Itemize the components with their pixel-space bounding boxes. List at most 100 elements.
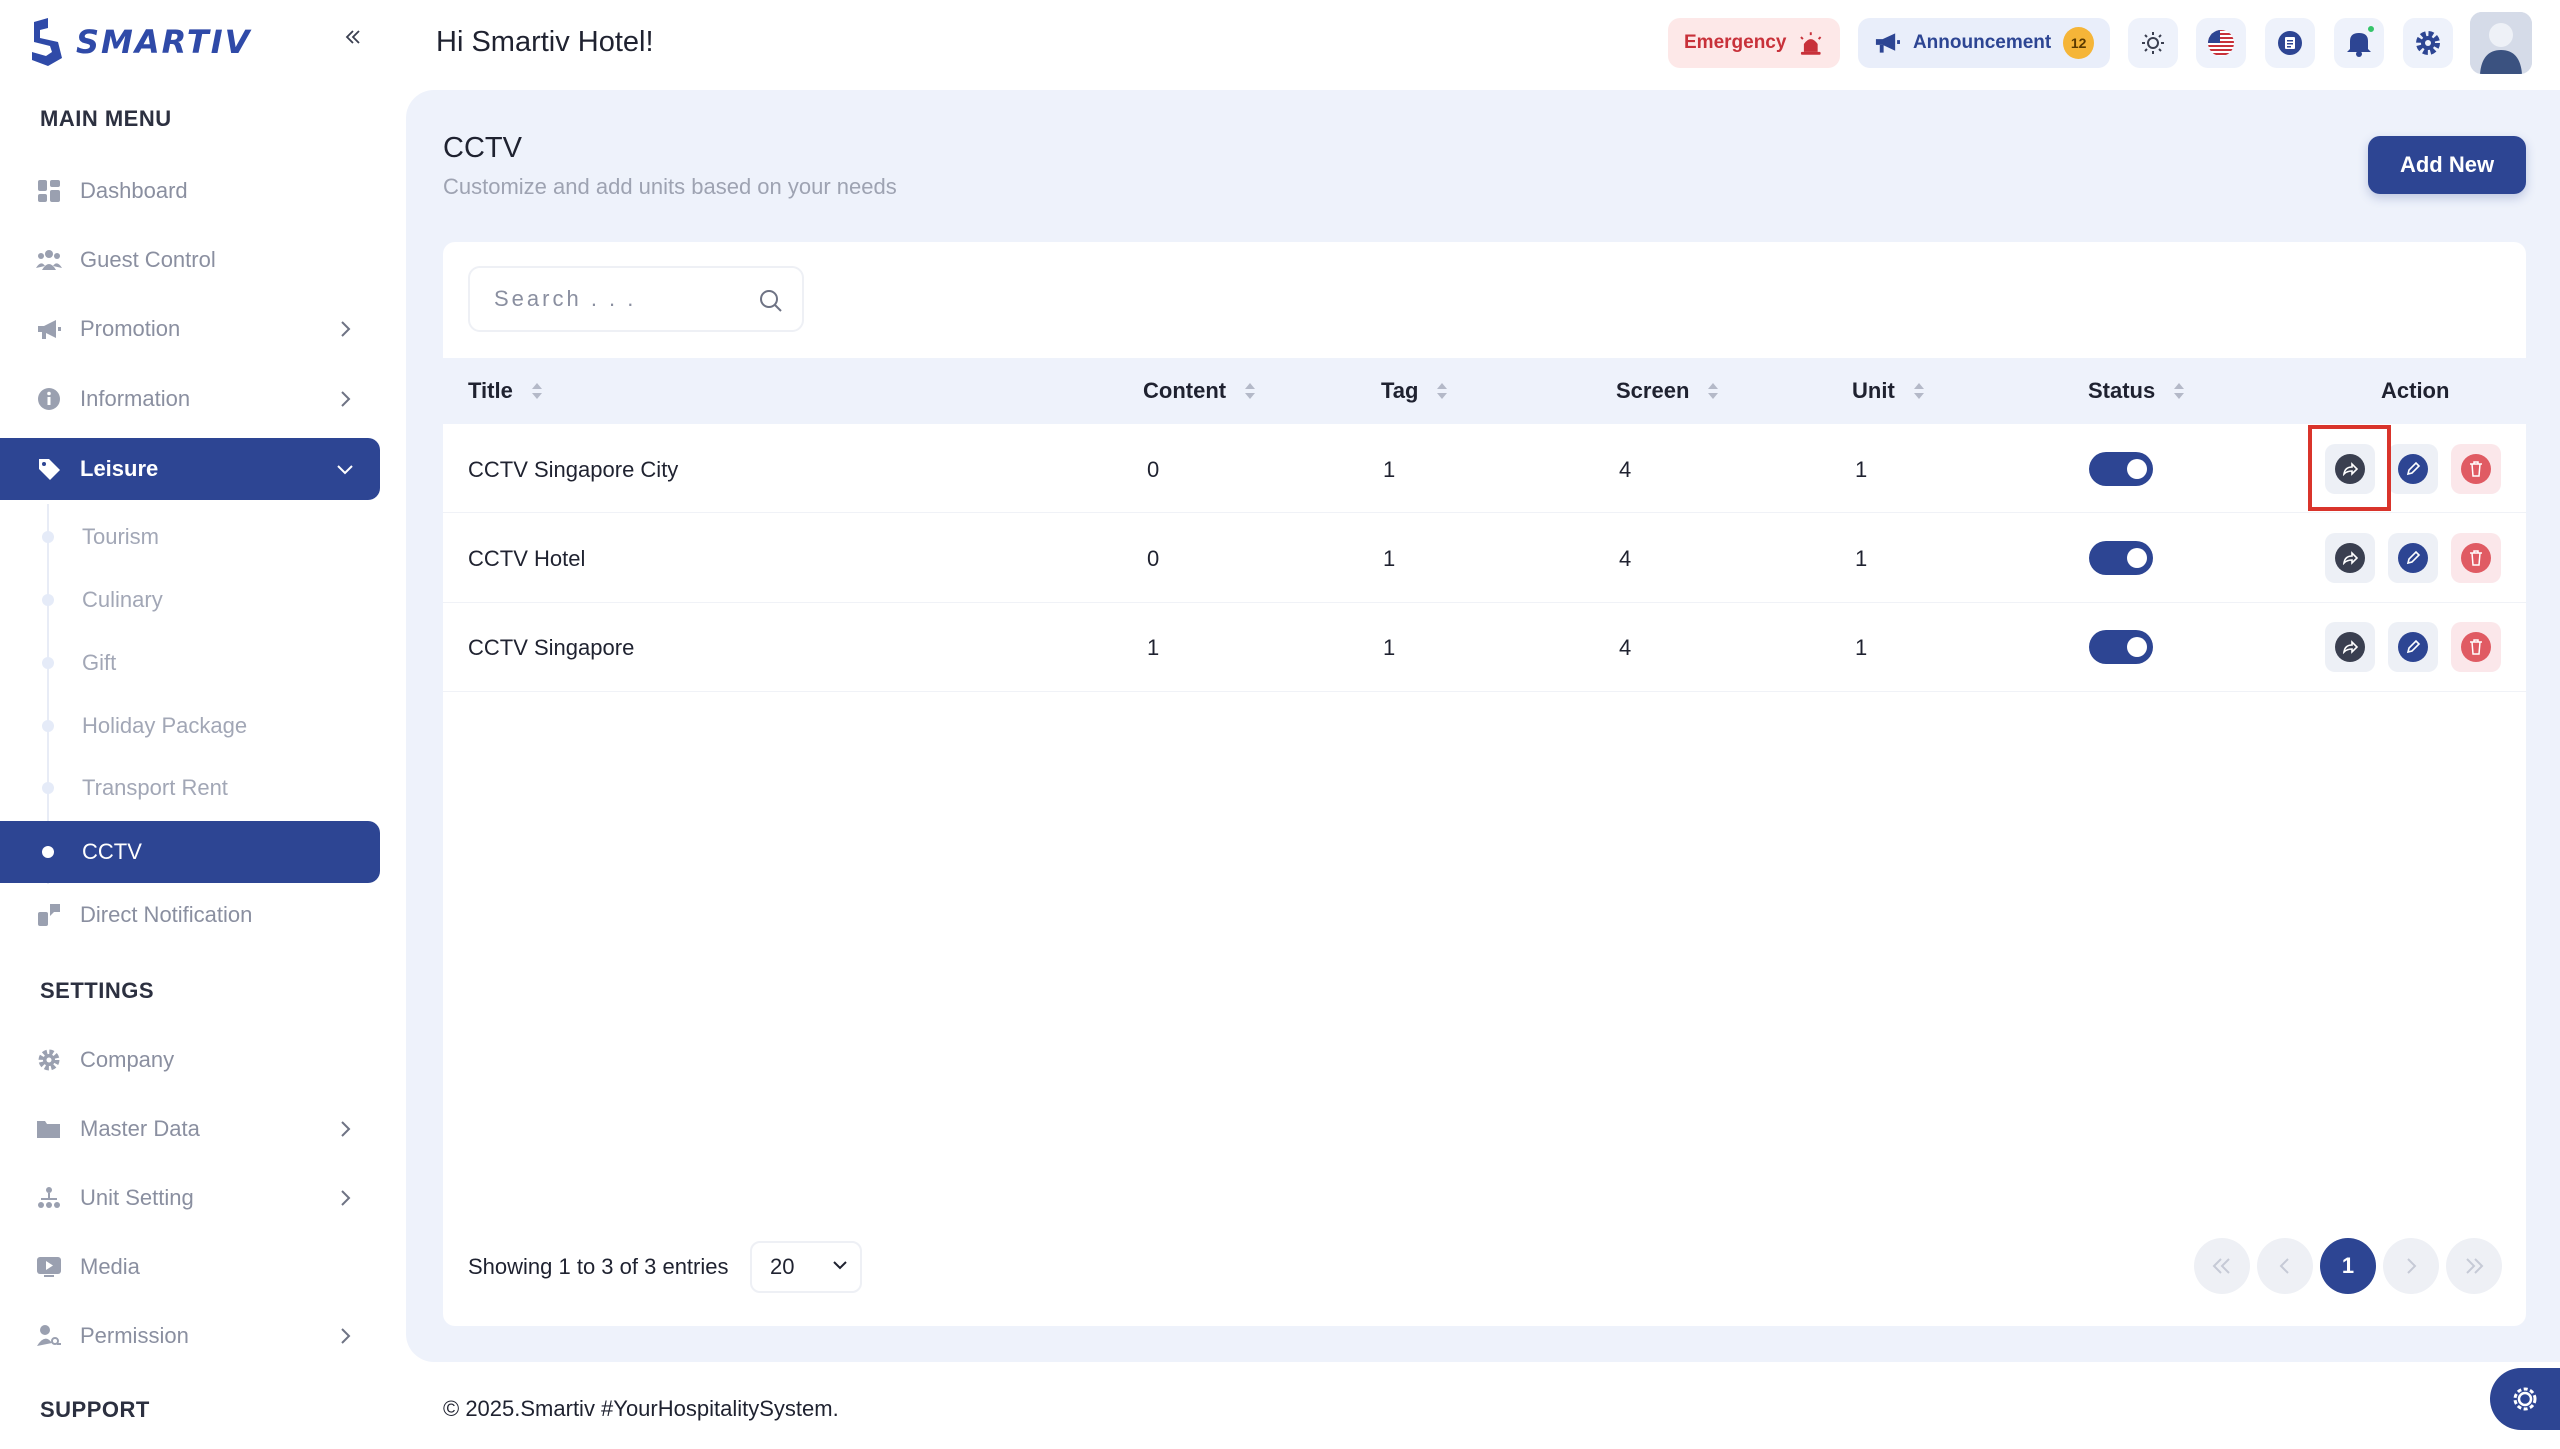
edit-button[interactable] xyxy=(2388,444,2438,494)
column-header-content[interactable]: Content xyxy=(1143,378,1256,404)
sidebar-subitem-culinary[interactable]: Culinary xyxy=(0,569,380,631)
brand-logo[interactable]: SMARTIV xyxy=(28,16,251,68)
edit-button[interactable] xyxy=(2388,533,2438,583)
sidebar-item-master-data[interactable]: Master Data xyxy=(0,1098,380,1160)
sidebar-item-promotion[interactable]: Promotion xyxy=(0,298,380,360)
language-button[interactable] xyxy=(2196,18,2246,68)
user-avatar[interactable] xyxy=(2470,12,2532,74)
sidebar-item-dashboard[interactable]: Dashboard xyxy=(0,160,380,222)
sidebar-subitem-gift[interactable]: Gift xyxy=(0,632,380,694)
sidebar-subitem-label: Holiday Package xyxy=(82,713,248,738)
sidebar-subitem-cctv[interactable]: CCTV xyxy=(0,821,380,883)
sidebar-subitem-transport-rent[interactable]: Transport Rent xyxy=(0,757,380,819)
sidebar-item-information[interactable]: Information xyxy=(0,368,380,430)
sidebar-item-direct-notification[interactable]: Direct Notification xyxy=(0,884,380,946)
sort-icon[interactable] xyxy=(2173,381,2185,401)
chevron-right-icon xyxy=(334,1118,356,1140)
prev-page-button[interactable] xyxy=(2257,1238,2313,1294)
floating-settings-button[interactable] xyxy=(2490,1368,2560,1430)
page-size-value: 20 xyxy=(770,1254,795,1279)
column-header-label: Title xyxy=(468,378,513,403)
column-header-tag[interactable]: Tag xyxy=(1381,378,1448,404)
double-chevron-right-icon xyxy=(2466,1258,2484,1274)
smartiv-logo-icon xyxy=(32,18,62,66)
greeting-title: Hi Smartiv Hotel! xyxy=(436,26,654,58)
trash-icon xyxy=(2461,454,2491,484)
emergency-button[interactable]: Emergency xyxy=(1668,18,1840,68)
bullet-dot xyxy=(42,782,54,794)
settings-button[interactable] xyxy=(2403,18,2453,68)
sort-icon[interactable] xyxy=(1244,381,1256,401)
announcement-count-badge: 12 xyxy=(2063,27,2094,59)
cell-tag: 1 xyxy=(1383,457,1396,482)
search-field[interactable] xyxy=(468,266,804,332)
column-header-unit[interactable]: Unit xyxy=(1852,378,1925,404)
page-subtitle: Customize and add units based on your ne… xyxy=(443,174,897,199)
delete-button[interactable] xyxy=(2451,622,2501,672)
column-header-title[interactable]: Title xyxy=(468,378,543,404)
first-page-button[interactable] xyxy=(2194,1238,2250,1294)
sidebar-item-label: Dashboard xyxy=(80,178,188,203)
user-key-icon xyxy=(36,1323,62,1349)
trash-icon xyxy=(2461,543,2491,573)
sort-icon[interactable] xyxy=(1913,381,1925,401)
cell-tag: 1 xyxy=(1383,635,1396,660)
sidebar-subitem-tourism[interactable]: Tourism xyxy=(0,506,380,568)
column-header-status[interactable]: Status xyxy=(2088,378,2185,404)
hierarchy-icon xyxy=(36,1185,62,1211)
sidebar-item-permission[interactable]: Permission xyxy=(0,1305,380,1367)
page-size-select[interactable]: 20 xyxy=(750,1241,862,1293)
sidebar-subitem-label: Tourism xyxy=(82,524,160,549)
sidebar-item-label: Leisure xyxy=(80,456,159,481)
table-header xyxy=(443,358,2526,424)
sidebar-item-label: Promotion xyxy=(80,316,181,341)
cell-screen: 4 xyxy=(1619,635,1632,660)
chevron-right-icon xyxy=(2407,1258,2417,1274)
share-button[interactable] xyxy=(2325,533,2375,583)
add-new-button[interactable]: Add New xyxy=(2368,136,2526,194)
delete-button[interactable] xyxy=(2451,444,2501,494)
cell-screen: 4 xyxy=(1619,457,1632,482)
sidebar-item-media[interactable]: Media xyxy=(0,1236,380,1298)
status-toggle[interactable] xyxy=(2089,452,2153,486)
dashboard-icon xyxy=(36,178,62,204)
emergency-label: Emergency xyxy=(1684,32,1787,53)
cell-title: CCTV Hotel xyxy=(468,546,586,571)
collapse-sidebar-icon[interactable] xyxy=(338,22,368,52)
status-toggle[interactable] xyxy=(2089,630,2153,664)
announcement-button[interactable]: Announcement 12 xyxy=(1858,18,2110,68)
edit-button[interactable] xyxy=(2388,622,2438,672)
search-input[interactable] xyxy=(494,286,744,312)
column-header-label: Status xyxy=(2088,378,2156,403)
sort-icon[interactable] xyxy=(1707,381,1719,401)
cell-content: 0 xyxy=(1147,546,1160,571)
notifications-button[interactable] xyxy=(2334,18,2384,68)
last-page-button[interactable] xyxy=(2446,1238,2502,1294)
search-icon[interactable] xyxy=(758,288,784,314)
column-header-screen[interactable]: Screen xyxy=(1616,378,1719,404)
sidebar-item-company[interactable]: Company xyxy=(0,1029,380,1091)
tag-icon xyxy=(36,456,62,482)
share-icon xyxy=(2335,632,2365,662)
page-number-button[interactable]: 1 xyxy=(2320,1238,2376,1294)
sidebar-item-unit-setting[interactable]: Unit Setting xyxy=(0,1167,380,1229)
next-page-button[interactable] xyxy=(2383,1238,2439,1294)
column-header-label: Screen xyxy=(1616,378,1690,403)
cell-screen: 4 xyxy=(1619,546,1632,571)
sidebar-subitem-holiday-package[interactable]: Holiday Package xyxy=(0,695,380,757)
sort-icon[interactable] xyxy=(1436,381,1448,401)
sidebar-item-leisure[interactable]: Leisure xyxy=(0,438,380,500)
delete-button[interactable] xyxy=(2451,533,2501,583)
share-button[interactable] xyxy=(2325,622,2375,672)
column-header-action: Action xyxy=(2381,378,2450,403)
document-button[interactable] xyxy=(2265,18,2315,68)
megaphone-icon xyxy=(36,316,62,342)
trash-icon xyxy=(2461,632,2491,662)
gear-icon xyxy=(2416,31,2440,55)
sort-icon[interactable] xyxy=(531,381,543,401)
sidebar-item-guest-control[interactable]: Guest Control xyxy=(0,229,380,291)
chevron-right-icon xyxy=(334,1325,356,1347)
status-toggle[interactable] xyxy=(2089,541,2153,575)
column-header-label: Tag xyxy=(1381,378,1419,403)
theme-toggle-button[interactable] xyxy=(2128,18,2178,68)
